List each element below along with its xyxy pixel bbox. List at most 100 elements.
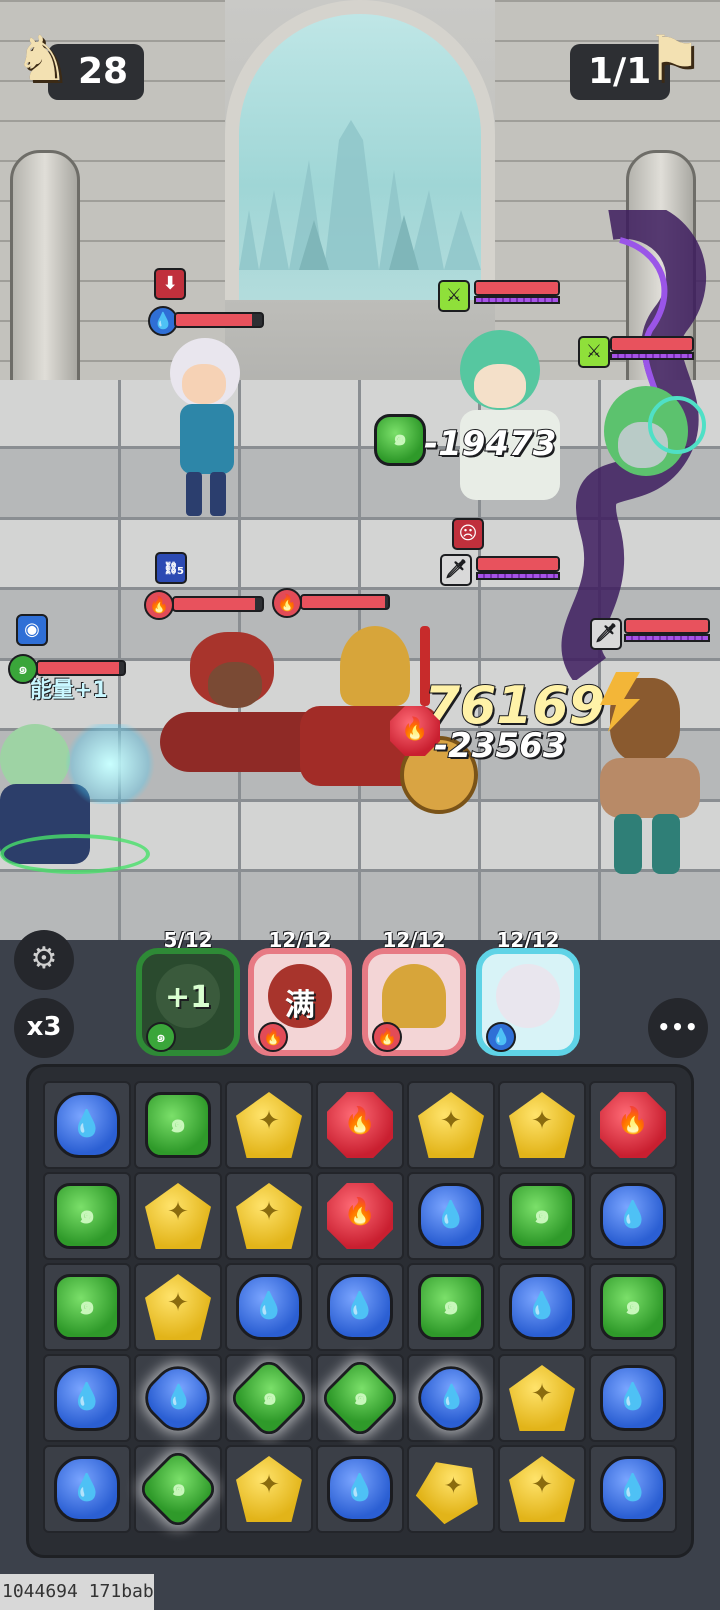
red-gem[interactable]: 🔥 bbox=[327, 1183, 393, 1249]
green-gem[interactable]: ๑ bbox=[54, 1274, 120, 1340]
blue-gem[interactable]: 💧 bbox=[600, 1365, 666, 1431]
board-cell[interactable]: ✦ bbox=[134, 1172, 222, 1260]
damage-number: -19473 bbox=[423, 423, 557, 465]
yellow-gem-symbol-icon: ✦ bbox=[443, 1472, 464, 1500]
yellow-gem[interactable]: ✦ bbox=[509, 1456, 575, 1522]
blue-gem[interactable]: 💧 bbox=[327, 1456, 393, 1522]
character-face bbox=[182, 364, 226, 404]
board-cell[interactable]: ✦ bbox=[225, 1172, 313, 1260]
board-cell[interactable]: 💧 bbox=[316, 1263, 404, 1351]
hero-overlay: 满 bbox=[285, 988, 315, 1023]
enemy-gorgon[interactable]: ⚔ bbox=[574, 336, 720, 566]
blue-gem[interactable]: 💧 bbox=[236, 1274, 302, 1340]
green-gem[interactable]: ๑ bbox=[145, 1092, 211, 1158]
blue-gem[interactable]: 💧 bbox=[327, 1274, 393, 1340]
board-cell[interactable]: 💧 bbox=[407, 1354, 495, 1442]
hero-card-gunner[interactable]: 满 🔥 bbox=[248, 948, 352, 1056]
red-gem-symbol-icon: 🔥 bbox=[343, 1197, 377, 1227]
blue-gem[interactable]: 💧 bbox=[54, 1365, 120, 1431]
yellow-gem[interactable]: ✦ bbox=[236, 1092, 302, 1158]
red-gem[interactable]: 🔥 bbox=[327, 1092, 393, 1158]
board-cell[interactable]: 🔥 bbox=[316, 1172, 404, 1260]
board-cell[interactable]: 💧 bbox=[589, 1445, 677, 1533]
green-gem-special[interactable]: ๑ bbox=[317, 1355, 403, 1441]
blue-gem-symbol-icon: 💧 bbox=[70, 1382, 104, 1412]
board-cell[interactable]: ✦ bbox=[134, 1263, 222, 1351]
green-gem[interactable]: ๑ bbox=[54, 1183, 120, 1249]
magic-burst-effect bbox=[60, 724, 160, 804]
board-cell[interactable]: 💧 bbox=[407, 1172, 495, 1260]
speed-button[interactable]: x3 bbox=[14, 998, 74, 1058]
board-cell[interactable]: 💧 bbox=[498, 1263, 586, 1351]
red-gem[interactable]: 🔥 bbox=[600, 1092, 666, 1158]
yellow-gem[interactable]: ✦ bbox=[145, 1274, 211, 1340]
board-cell[interactable]: 💧 bbox=[225, 1263, 313, 1351]
enemy-elf-priestess[interactable]: ⚔ bbox=[438, 280, 590, 510]
board-cell[interactable]: ✦ bbox=[407, 1081, 495, 1169]
board-cell[interactable]: ๑ bbox=[225, 1354, 313, 1442]
green-gem-special[interactable]: ๑ bbox=[226, 1355, 312, 1441]
hp-bar bbox=[474, 280, 560, 296]
green-gem-symbol-icon: ๑ bbox=[171, 1474, 187, 1502]
blue-gem-symbol-icon: 💧 bbox=[252, 1291, 286, 1321]
green-gem-special[interactable]: ๑ bbox=[135, 1446, 221, 1532]
ally-alchemist[interactable]: ⬇ 💧 bbox=[148, 268, 280, 518]
yellow-gem[interactable]: ✦ bbox=[145, 1183, 211, 1249]
board-cell[interactable]: ๑ bbox=[589, 1263, 677, 1351]
board-cell[interactable]: ๑ bbox=[43, 1263, 131, 1351]
board-cell[interactable]: ✦ bbox=[498, 1445, 586, 1533]
hero-card-alchemist[interactable]: 💧 bbox=[476, 948, 580, 1056]
board-cell[interactable]: 💧 bbox=[589, 1172, 677, 1260]
green-gem[interactable]: ๑ bbox=[600, 1274, 666, 1340]
yellow-gem[interactable]: ✦ bbox=[418, 1092, 484, 1158]
green-gem[interactable]: ๑ bbox=[418, 1274, 484, 1340]
hero-card-spartan[interactable]: 🔥 bbox=[362, 948, 466, 1056]
yellow-gem[interactable]: ✦ bbox=[236, 1456, 302, 1522]
board-cell[interactable]: 🔥 bbox=[589, 1081, 677, 1169]
green-gem-symbol-icon: ๑ bbox=[78, 1200, 96, 1230]
board-cell[interactable]: ✦ bbox=[225, 1445, 313, 1533]
board-cell[interactable]: ๑ bbox=[316, 1354, 404, 1442]
board-cell[interactable]: 💧 bbox=[43, 1354, 131, 1442]
more-button[interactable]: ••• bbox=[648, 998, 708, 1058]
blue-gem[interactable]: 💧 bbox=[600, 1456, 666, 1522]
board-cell[interactable]: 💧 bbox=[589, 1354, 677, 1442]
settings-button[interactable]: ⚙ bbox=[14, 930, 74, 990]
board-cell[interactable]: 🔥 bbox=[316, 1081, 404, 1169]
board-cell[interactable]: 💧 bbox=[43, 1445, 131, 1533]
yellow-gem[interactable]: ✦ bbox=[509, 1365, 575, 1431]
mana-bar bbox=[610, 352, 694, 360]
board-cell[interactable]: 💧 bbox=[43, 1081, 131, 1169]
board-cell[interactable]: ๑ bbox=[498, 1172, 586, 1260]
hero-card-druid[interactable]: +1 ๑ bbox=[136, 948, 240, 1056]
board-cell[interactable]: ๑ bbox=[134, 1081, 222, 1169]
blue-gem[interactable]: 💧 bbox=[418, 1183, 484, 1249]
board-cell[interactable]: ๑ bbox=[407, 1263, 495, 1351]
enemy-rogue[interactable]: ☹ 🗡 bbox=[440, 518, 580, 658]
board-cell[interactable]: ✦ bbox=[498, 1081, 586, 1169]
wind-element-icon: ๑ bbox=[146, 1022, 176, 1052]
board-cell[interactable]: ✦ bbox=[498, 1354, 586, 1442]
blue-gem-special[interactable]: 💧 bbox=[135, 1355, 221, 1441]
rage-debuff-icon: ☹ bbox=[452, 518, 484, 550]
blue-gem[interactable]: 💧 bbox=[600, 1183, 666, 1249]
board-cell[interactable]: 💧 bbox=[316, 1445, 404, 1533]
sword-class-icon: ⚔ bbox=[438, 280, 470, 312]
board-cell[interactable]: ✦ bbox=[407, 1445, 495, 1533]
ally-druid[interactable]: ◉ ๑ 能量+1 bbox=[0, 614, 160, 874]
yellow-gem-special[interactable]: ✦ bbox=[409, 1447, 493, 1531]
enemy-wood-golem[interactable]: 🗡 bbox=[590, 618, 720, 878]
blue-gem[interactable]: 💧 bbox=[54, 1456, 120, 1522]
blue-gem-special[interactable]: 💧 bbox=[408, 1355, 494, 1441]
blue-gem[interactable]: 💧 bbox=[509, 1274, 575, 1340]
blue-gem-symbol-icon: 💧 bbox=[70, 1109, 104, 1139]
water-element-icon: 💧 bbox=[486, 1022, 516, 1052]
yellow-gem[interactable]: ✦ bbox=[509, 1092, 575, 1158]
board-cell[interactable]: ๑ bbox=[134, 1445, 222, 1533]
blue-gem[interactable]: 💧 bbox=[54, 1092, 120, 1158]
board-cell[interactable]: ๑ bbox=[43, 1172, 131, 1260]
green-gem[interactable]: ๑ bbox=[509, 1183, 575, 1249]
board-cell[interactable]: 💧 bbox=[134, 1354, 222, 1442]
board-cell[interactable]: ✦ bbox=[225, 1081, 313, 1169]
yellow-gem[interactable]: ✦ bbox=[236, 1183, 302, 1249]
